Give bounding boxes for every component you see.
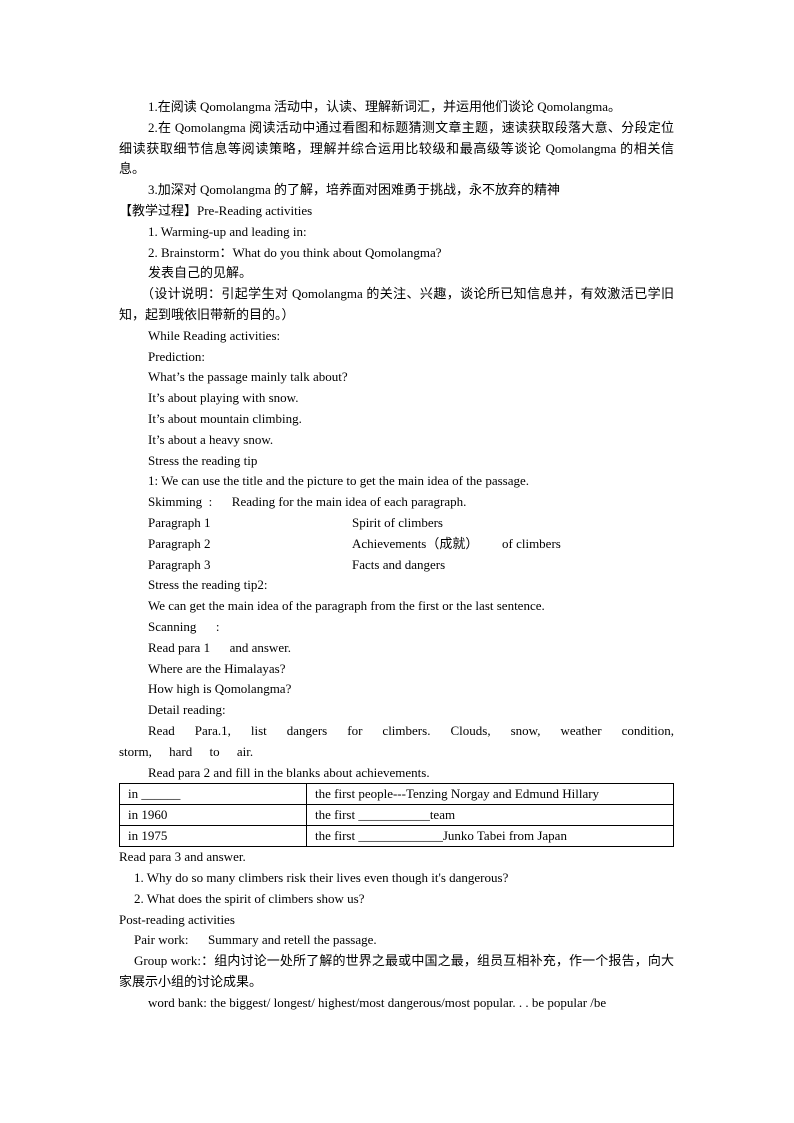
paragraph-label: Paragraph 1	[148, 514, 211, 530]
table-cell: the first ___________team	[306, 804, 674, 827]
while2-item: We can get the main idea of the paragrap…	[148, 598, 545, 614]
process-heading: 【教学过程】Pre-Reading activities	[119, 202, 313, 218]
achievements-table: in ______ the first people---Tenzing Norg…	[119, 783, 674, 848]
table-row: in 1975 the first _____________Junko Tabe…	[119, 825, 674, 848]
paragraph-idea: Spirit of climbers	[352, 514, 443, 530]
pre-item: 1. Warming-up and leading in:	[148, 223, 307, 239]
word-bank: word bank: the biggest/ longest/ highest…	[148, 994, 607, 1010]
design-note: （设计说明：引起学生对 Qomolangma 的关注、兴趣，谈论所已知信息并，有…	[119, 286, 674, 322]
while2-item: Detail reading:	[148, 702, 226, 718]
while-item: Skimming : Reading for the main idea of …	[148, 494, 467, 510]
table-cell: the first people---Tenzing Norgay and Ed…	[306, 783, 674, 806]
paragraph-label: Paragraph 3	[148, 556, 211, 572]
table-row: in 1960 the first ___________team	[119, 804, 674, 827]
para3-instruction: Read para 3 and answer.	[119, 849, 246, 865]
while2-item: Scanning :	[148, 618, 220, 634]
paragraph-idea: Facts and dangers	[352, 556, 446, 572]
group-work: Group work:：组内讨论一处所了解的世界之最或中国之最，组员互相补充，作…	[119, 953, 674, 990]
paragraph-label: Paragraph 2	[148, 535, 211, 551]
paragraph-idea: Achievements（成就）	[352, 535, 479, 551]
post-heading: Post-reading activities	[119, 911, 235, 927]
para3-question: 2. What does the spirit of climbers show…	[134, 890, 365, 906]
while2-item: Read para 1 and answer.	[148, 639, 291, 655]
while-item: 1: We can use the title and the picture …	[148, 473, 529, 489]
table-row: in ______ the first people---Tenzing Norg…	[119, 783, 674, 806]
while-item: Stress the reading tip	[148, 452, 258, 468]
while-item: It’s about a heavy snow.	[148, 431, 274, 447]
pair-work: Pair work: Summary and retell the passag…	[134, 932, 377, 948]
paragraph-extra: of climbers	[502, 535, 561, 551]
objective-1: 1.在阅读 Qomolangma 活动中，认读、理解新词汇，并运用他们谈论 Qo…	[148, 99, 622, 114]
detail-paragraph: Read Para.1, list dangers for climbers. …	[119, 722, 674, 759]
paragraph-row: Paragraph 3 Facts and dangers	[119, 555, 674, 576]
table-cell: in ______	[119, 783, 307, 806]
while-item: It’s about mountain climbing.	[148, 410, 302, 426]
table-cell: in 1960	[119, 804, 307, 827]
objective-2: 2.在 Qomolangma 阅读活动中通过看图和标题猜测文章主题，速读获取段落…	[119, 119, 674, 177]
para3-question: 1. Why do so many climbers risk their li…	[134, 870, 509, 886]
paragraph-row: Paragraph 2 Achievements（成就） of climbers	[119, 534, 674, 555]
table-cell: the first _____________Junko Tabei from …	[306, 825, 674, 848]
pre-item: 发表自己的见解。	[148, 265, 253, 281]
while-item: While Reading activities:	[148, 327, 281, 343]
pre-item: 2. Brainstorm：What do you think about Qo…	[148, 244, 442, 260]
while2-item: Stress the reading tip2:	[148, 577, 268, 593]
while-item: It’s about playing with snow.	[148, 390, 299, 406]
while2-item: How high is Qomolangma?	[148, 681, 292, 697]
while-item: Prediction:	[148, 348, 206, 364]
table-cell: in 1975	[119, 825, 307, 848]
while-item: What’s the passage mainly talk about?	[148, 369, 348, 385]
while2-item: Where are the Himalayas?	[148, 660, 286, 676]
paragraph-row: Paragraph 1 Spirit of climbers	[119, 513, 674, 534]
document-body: 1.在阅读 Qomolangma 活动中，认读、理解新词汇，并运用他们谈论 Qo…	[119, 97, 674, 1014]
objective-3: 3.加深对 Qomolangma 的了解，培养面对困难勇于挑战，永不放弃的精神	[148, 182, 561, 198]
fill-instruction: Read para 2 and fill in the blanks about…	[148, 764, 430, 780]
